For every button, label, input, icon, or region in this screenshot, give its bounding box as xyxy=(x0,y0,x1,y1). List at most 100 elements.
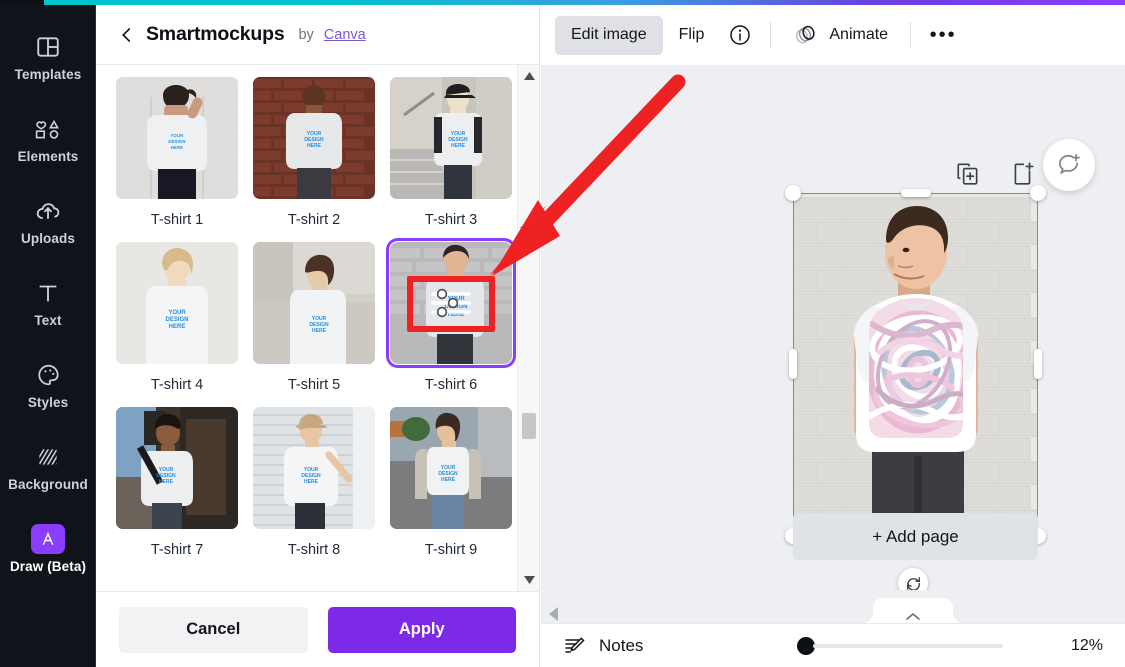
sidebar-item-draw[interactable]: Draw (Beta) xyxy=(0,508,96,590)
elements-icon xyxy=(33,114,63,144)
sidebar-label-background: Background xyxy=(8,477,88,492)
collapse-panel-icon xyxy=(549,607,558,621)
resize-handle-left[interactable] xyxy=(789,349,797,379)
mockup-thumbnail-selected[interactable]: YOUR DESIGN HERE xyxy=(386,238,516,368)
expand-panel-tab[interactable] xyxy=(859,598,967,624)
panel-body: YOUR DESIGN HERE T-shirt 1 YOUR DESIGN H… xyxy=(96,65,539,591)
mockup-thumbnail[interactable]: YOUR DESIGN HERE xyxy=(116,407,238,529)
add-page-bar-button[interactable]: + Add page xyxy=(793,513,1038,560)
canva-editor-window: Templates Elements Uploads Text Styles B… xyxy=(0,0,1125,667)
bottom-bar: Notes 12% xyxy=(541,590,1125,667)
panel-by-text: by xyxy=(298,26,314,43)
zoom-percentage[interactable]: 12% xyxy=(1071,637,1103,655)
zoom-slider-track[interactable] xyxy=(813,643,1003,648)
flip-button[interactable]: Flip xyxy=(663,16,721,55)
svg-text:HERE: HERE xyxy=(171,145,183,150)
mockup-thumbnail[interactable]: YOUR DESIGN HERE xyxy=(390,407,512,529)
mockup-thumbnail[interactable]: YOUR DESIGN HERE xyxy=(116,77,238,199)
zoom-slider[interactable] xyxy=(797,636,1003,655)
mockup-item[interactable]: YOUR DESIGN HERE T-shirt 5 xyxy=(253,242,375,407)
resize-handle-right[interactable] xyxy=(1034,349,1042,379)
duplicate-page-icon xyxy=(957,163,978,185)
panel-brand-link[interactable]: Canva xyxy=(324,27,366,43)
mockup-label: T-shirt 5 xyxy=(287,377,341,393)
resize-handle-top[interactable] xyxy=(901,189,931,197)
mockup-item[interactable]: YOUR DESIGN HERE T-shirt 9 xyxy=(390,407,512,572)
mockup-item[interactable]: YOUR DESIGN HERE T-shirt 2 xyxy=(253,77,375,242)
svg-text:HERE: HERE xyxy=(304,479,319,485)
mockup-grid: YOUR DESIGN HERE T-shirt 1 YOUR DESIGN H… xyxy=(96,65,517,591)
mockup-item-selected[interactable]: YOUR DESIGN HERE T-shirt 6 xyxy=(386,238,516,407)
sidebar-item-text[interactable]: Text xyxy=(0,262,96,344)
resize-handle-top-left[interactable] xyxy=(785,185,801,201)
mockup-label: T-shirt 6 xyxy=(424,377,478,393)
mockup-item[interactable]: YOUR DESIGN HERE T-shirt 3 xyxy=(390,77,512,242)
design-stage[interactable]: + Add page xyxy=(541,65,1125,590)
cancel-button[interactable]: Cancel xyxy=(119,606,308,653)
mockup-thumbnail[interactable]: YOUR DESIGN HERE xyxy=(116,242,238,364)
sidebar-label-draw: Draw (Beta) xyxy=(9,559,87,574)
sidebar-label-elements: Elements xyxy=(17,149,79,164)
duplicate-page-button[interactable] xyxy=(955,161,981,192)
annotation-red-box xyxy=(407,276,495,332)
mockup-thumbnail[interactable]: YOUR DESIGN HERE xyxy=(253,77,375,199)
svg-text:YOUR: YOUR xyxy=(168,310,186,316)
mockup-thumbnail[interactable]: YOUR DESIGN HERE xyxy=(253,242,375,364)
mockup-label: T-shirt 1 xyxy=(150,212,204,228)
page-actions xyxy=(955,161,1036,192)
top-toolbar: Edit image Flip Animate ••• xyxy=(541,5,1125,65)
animate-icon xyxy=(796,25,815,44)
edit-image-button[interactable]: Edit image xyxy=(555,15,663,55)
sidebar-item-uploads[interactable]: Uploads xyxy=(0,180,96,262)
add-comment-button[interactable] xyxy=(1043,139,1095,191)
panel-header: Smartmockups by Canva xyxy=(96,5,539,64)
svg-text:HERE: HERE xyxy=(169,324,186,330)
sidebar-label-uploads: Uploads xyxy=(21,231,75,246)
notes-label: Notes xyxy=(599,635,644,655)
uploads-icon xyxy=(34,196,62,226)
smartmockups-panel: Smartmockups by Canva YOUR DESIGN HERE T… xyxy=(96,5,540,667)
scroll-up-arrow-icon[interactable] xyxy=(518,67,539,85)
svg-text:HERE: HERE xyxy=(451,143,466,149)
sidebar-item-elements[interactable]: Elements xyxy=(0,98,96,180)
panel-scrollbar[interactable] xyxy=(517,65,539,591)
mockup-label: T-shirt 9 xyxy=(424,542,478,558)
svg-text:HERE: HERE xyxy=(159,479,174,485)
gradient-corner-black xyxy=(0,0,44,5)
resize-handle-top-right[interactable] xyxy=(1030,185,1046,201)
scrollbar-thumb[interactable] xyxy=(522,413,536,439)
text-icon xyxy=(35,278,61,308)
info-button[interactable] xyxy=(720,15,760,55)
mockup-item[interactable]: YOUR DESIGN HERE T-shirt 1 xyxy=(116,77,238,242)
toolbar-divider xyxy=(910,22,912,48)
apply-button[interactable]: Apply xyxy=(327,606,516,653)
mockup-label: T-shirt 3 xyxy=(424,212,478,228)
mockup-thumbnail[interactable]: YOUR DESIGN HERE xyxy=(390,77,512,199)
scroll-down-arrow-icon[interactable] xyxy=(518,571,539,589)
notes-pencil-icon xyxy=(565,636,585,653)
back-chevron-icon[interactable] xyxy=(118,26,136,44)
mockup-preview-image[interactable] xyxy=(793,193,1038,536)
chevron-up-icon xyxy=(906,612,920,620)
canvas-area: Edit image Flip Animate ••• + Add page N… xyxy=(541,5,1125,667)
animate-button[interactable]: Animate xyxy=(781,16,900,55)
mockup-item[interactable]: YOUR DESIGN HERE T-shirt 7 xyxy=(116,407,238,572)
svg-text:HERE: HERE xyxy=(312,328,327,334)
mockup-label: T-shirt 2 xyxy=(287,212,341,228)
svg-text:DESIGN: DESIGN xyxy=(168,139,185,144)
mockup-thumbnail[interactable]: YOUR DESIGN HERE xyxy=(253,407,375,529)
mockup-label: T-shirt 8 xyxy=(287,542,341,558)
svg-text:HERE: HERE xyxy=(307,143,322,149)
mockup-item[interactable]: YOUR DESIGN HERE T-shirt 4 xyxy=(116,242,238,407)
panel-title: Smartmockups xyxy=(146,23,285,45)
rotate-handle-icon xyxy=(906,576,920,590)
mockup-item[interactable]: YOUR DESIGN HERE T-shirt 8 xyxy=(253,407,375,572)
more-options-button[interactable]: ••• xyxy=(921,15,965,55)
sidebar-item-background[interactable]: Background xyxy=(0,426,96,508)
rotate-handle[interactable] xyxy=(898,568,928,590)
sidebar-item-templates[interactable]: Templates xyxy=(0,16,96,98)
sidebar-label-text: Text xyxy=(34,313,62,328)
sidebar-item-styles[interactable]: Styles xyxy=(0,344,96,426)
mockup-label: T-shirt 7 xyxy=(150,542,204,558)
notes-button[interactable]: Notes xyxy=(563,634,643,658)
